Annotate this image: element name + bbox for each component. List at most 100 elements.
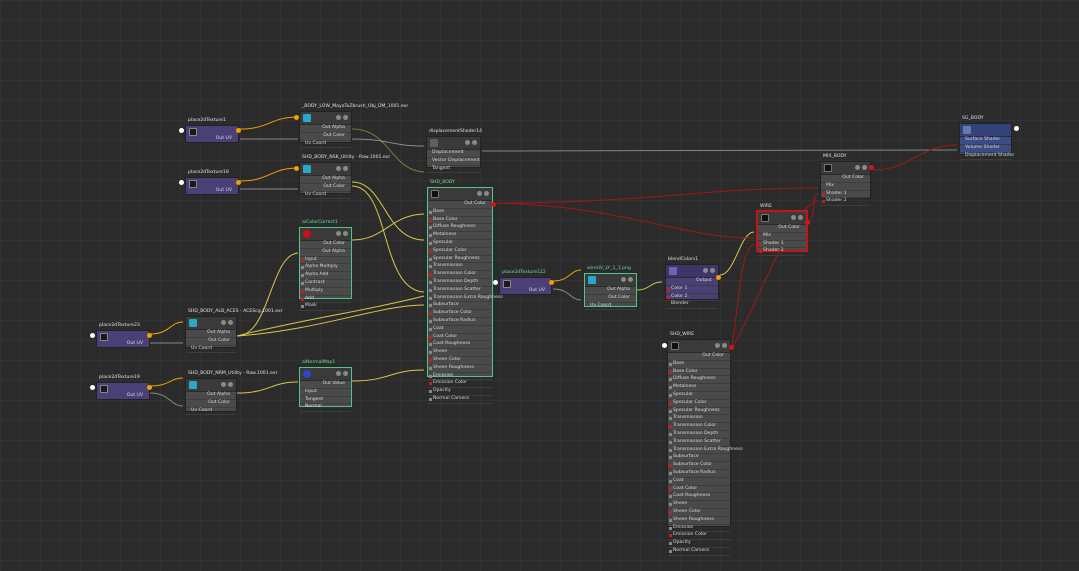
node-place2dtexture18[interactable]: place2dTexture18 Out UV xyxy=(179,170,241,195)
attribute-row[interactable]: Sheen xyxy=(428,349,492,357)
port-square[interactable] xyxy=(429,218,432,222)
node-button[interactable] xyxy=(722,343,727,348)
port-square[interactable] xyxy=(669,378,672,382)
node-button[interactable] xyxy=(484,191,489,196)
attribute-row[interactable]: Transmission Scatter xyxy=(668,439,730,447)
input-port[interactable] xyxy=(179,180,184,185)
out-alpha[interactable]: Out Alpha xyxy=(300,176,351,184)
node-shd-body[interactable]: SHD_BODY Out Color Base Base Color Diffuse… xyxy=(427,180,503,404)
port-square[interactable] xyxy=(669,370,672,374)
shader2-input[interactable]: Shader 2 xyxy=(821,198,870,207)
attribute-row[interactable]: Transmission Color xyxy=(428,271,492,279)
attribute-row[interactable]: Opacity xyxy=(428,388,492,396)
attribute-row[interactable]: Specular xyxy=(668,392,730,400)
attribute-row[interactable]: Coat xyxy=(668,478,730,486)
tangent-input[interactable]: Tangent xyxy=(427,166,480,174)
port-square[interactable] xyxy=(669,362,672,366)
node-button[interactable] xyxy=(336,371,341,376)
output-port[interactable] xyxy=(869,165,874,170)
port-square[interactable] xyxy=(301,266,304,270)
output-port[interactable] xyxy=(1014,126,1019,131)
node-button[interactable] xyxy=(343,166,348,171)
attribute-row[interactable]: Multiply xyxy=(300,288,351,296)
port-square[interactable] xyxy=(429,234,432,238)
attribute-row[interactable]: Subsurface Radius xyxy=(668,470,730,478)
attribute-row[interactable]: Specular xyxy=(428,240,492,248)
attribute-row[interactable]: Coat xyxy=(428,326,492,334)
port-square[interactable] xyxy=(669,417,672,421)
node-place2dtexture23[interactable]: place2dTexture23 Out UV xyxy=(90,323,152,348)
output-port[interactable] xyxy=(147,385,152,390)
node-button[interactable] xyxy=(221,382,226,387)
attribute-row[interactable]: Specular Color xyxy=(668,400,730,408)
output-port[interactable] xyxy=(491,202,496,207)
node-displacementshader14[interactable]: displacementShader14 Displacement Vector… xyxy=(426,129,482,174)
node-button[interactable] xyxy=(336,166,341,171)
node-button[interactable] xyxy=(336,115,341,120)
port-square[interactable] xyxy=(669,386,672,390)
input-port[interactable] xyxy=(662,343,667,348)
port-square[interactable] xyxy=(429,241,432,245)
mix-input[interactable]: Mix xyxy=(758,233,806,241)
port-square[interactable] xyxy=(429,390,432,394)
attribute-row[interactable]: Transmission Depth xyxy=(668,431,730,439)
attribute-row[interactable]: Transmission xyxy=(668,415,730,424)
node-button[interactable] xyxy=(465,140,470,145)
attribute-row[interactable]: Sheen Roughness xyxy=(668,517,730,525)
attribute-row[interactable]: Subsurface Radius xyxy=(428,318,492,326)
output-port[interactable] xyxy=(236,180,241,185)
port-square[interactable] xyxy=(669,448,672,452)
uv-coord[interactable]: Uv Coord xyxy=(186,408,236,416)
node-button[interactable] xyxy=(472,140,477,145)
node-place2dtexture1[interactable]: place2dTexture1 Out UV xyxy=(179,118,241,143)
port-square[interactable] xyxy=(669,549,672,553)
node-mix-body[interactable]: MIX_BODY Out Color Mix Shader 1 Shader 2 xyxy=(820,154,874,207)
attribute-row[interactable]: Mask xyxy=(300,303,351,312)
port-square[interactable] xyxy=(429,319,432,323)
port-square[interactable] xyxy=(669,401,672,405)
out-color[interactable]: Out Color xyxy=(300,241,351,249)
attribute-row[interactable]: Metalness xyxy=(668,384,730,392)
attribute-row[interactable]: Sheen Color xyxy=(428,357,492,365)
color1-input[interactable]: Color 1 xyxy=(666,286,718,294)
node-aicolorcorrect1[interactable]: aiColorCorrect1 Out Color Out Alpha Inpu… xyxy=(299,220,352,312)
node-button[interactable] xyxy=(343,231,348,236)
port-square[interactable] xyxy=(669,495,672,499)
displacement-input[interactable]: Displacement xyxy=(427,150,480,158)
blender-input[interactable]: Blender xyxy=(666,301,718,310)
node-button[interactable] xyxy=(715,343,720,348)
output-port[interactable] xyxy=(805,220,810,225)
attribute-row[interactable]: Normal Camera xyxy=(428,396,492,404)
node-blendcolors1[interactable]: blendColors1 Output Color 1 Color 2 Blen… xyxy=(665,257,721,310)
attribute-row[interactable]: Base xyxy=(668,361,730,369)
surface-shader-input[interactable]: Surface Shader xyxy=(960,137,1011,145)
volume-shader-input[interactable]: Volume Shader xyxy=(960,145,1011,153)
displacement-shader-input[interactable]: Displacement Shader xyxy=(960,153,1014,161)
attribute-row[interactable]: Transmission Depth xyxy=(428,279,492,287)
port-square[interactable] xyxy=(429,249,432,253)
attribute-row[interactable]: Sheen Roughness xyxy=(428,365,492,373)
port-square[interactable] xyxy=(301,289,304,293)
attribute-row[interactable]: Subsurface Color xyxy=(428,310,492,318)
output-port[interactable] xyxy=(549,280,554,285)
port-square[interactable] xyxy=(669,542,672,546)
out-color[interactable]: Out Color xyxy=(758,225,806,233)
uv-coord[interactable]: Uv Coord xyxy=(585,303,636,311)
node-button[interactable] xyxy=(703,268,708,273)
output[interactable]: Output xyxy=(666,278,718,286)
port-square[interactable] xyxy=(301,305,304,309)
attribute-row[interactable]: Emission Color xyxy=(668,532,730,541)
out-color[interactable]: Out Color xyxy=(821,175,870,183)
out-value[interactable]: Out Value xyxy=(300,381,351,389)
input-port[interactable] xyxy=(90,333,95,338)
port-square[interactable] xyxy=(669,471,672,475)
node-button[interactable] xyxy=(862,165,867,170)
port-square[interactable] xyxy=(429,265,432,269)
node-shd-wire[interactable]: SHD_WIRE Out Color Base Base Color Diffuse… xyxy=(662,332,743,556)
node-file-displacement[interactable]: _BODY_LOW_MayaToZbrush_Obj_DM_1001.exr O… xyxy=(294,104,408,149)
port-square[interactable] xyxy=(429,226,432,230)
port-square[interactable] xyxy=(429,351,432,355)
port-square[interactable] xyxy=(669,464,672,468)
output-port[interactable] xyxy=(729,345,734,350)
mix-input[interactable]: Mix xyxy=(821,183,870,191)
